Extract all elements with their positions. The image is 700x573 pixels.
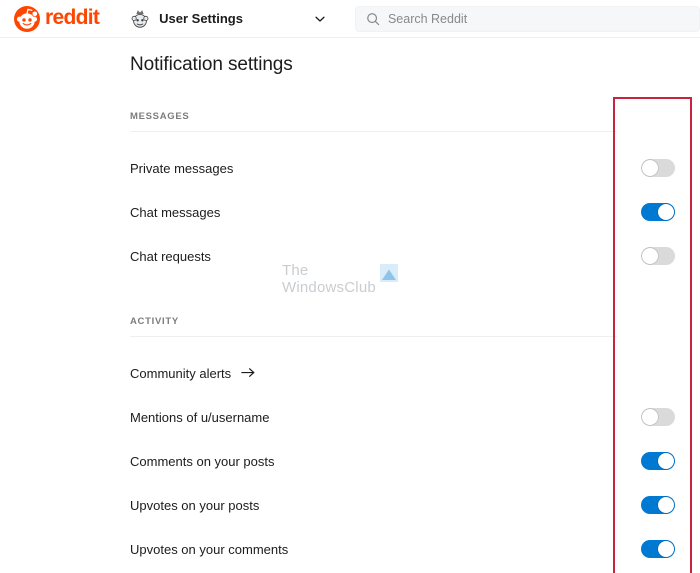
- search-bar[interactable]: [354, 5, 700, 32]
- reddit-logo[interactable]: reddit: [14, 5, 100, 32]
- setting-row-private-messages[interactable]: Private messages: [130, 146, 675, 190]
- toggle-knob: [642, 248, 658, 264]
- user-avatar-icon: [129, 8, 151, 30]
- toggle-chat-messages[interactable]: [641, 203, 675, 221]
- section-header-activity: ACTIVITY: [130, 316, 617, 337]
- no-control-spacer: [641, 364, 675, 382]
- setting-row-mentions[interactable]: Mentions of u/username: [130, 395, 675, 439]
- search-input[interactable]: [387, 11, 689, 26]
- toggle-knob: [658, 204, 674, 220]
- search-icon: [366, 12, 380, 26]
- setting-row-comments-on-posts[interactable]: Comments on your posts: [130, 439, 675, 483]
- setting-label: Community alerts: [130, 365, 232, 381]
- setting-label-wrapper: Community alerts: [130, 366, 256, 381]
- reddit-wordmark: reddit: [45, 6, 100, 29]
- setting-label: Comments on your posts: [130, 453, 275, 469]
- user-settings-label: User Settings: [159, 11, 243, 26]
- setting-row-upvotes-on-comments[interactable]: Upvotes on your comments: [130, 527, 675, 571]
- toggle-knob: [658, 497, 674, 513]
- toggle-chat-requests[interactable]: [641, 247, 675, 265]
- page-title: Notification settings: [130, 54, 293, 75]
- setting-label: Upvotes on your posts: [130, 497, 260, 513]
- setting-row-chat-requests[interactable]: Chat requests: [130, 234, 675, 278]
- setting-label: Upvotes on your comments: [130, 541, 289, 557]
- toggle-mentions[interactable]: [641, 408, 675, 426]
- toggle-comments-on-posts[interactable]: [641, 452, 675, 470]
- setting-label: Chat messages: [130, 204, 221, 220]
- toggle-knob: [642, 160, 658, 176]
- toggle-knob: [658, 541, 674, 557]
- setting-label: Chat requests: [130, 248, 211, 264]
- toggle-private-messages[interactable]: [641, 159, 675, 177]
- setting-row-upvotes-on-posts[interactable]: Upvotes on your posts: [130, 483, 675, 527]
- setting-label: Mentions of u/username: [130, 409, 270, 425]
- chevron-down-icon[interactable]: [313, 12, 327, 26]
- notification-settings-page: Notification settings MESSAGES Private m…: [0, 54, 700, 573]
- setting-row-chat-messages[interactable]: Chat messages: [130, 190, 675, 234]
- arrow-right-icon: [241, 366, 256, 380]
- reddit-snoo-icon: [14, 5, 40, 32]
- setting-row-community-alerts[interactable]: Community alerts: [130, 351, 675, 395]
- top-navigation-bar: reddit User Settings: [0, 0, 700, 38]
- setting-label: Private messages: [130, 160, 234, 176]
- toggle-upvotes-on-comments[interactable]: [641, 540, 675, 558]
- user-settings-menu[interactable]: User Settings: [123, 4, 249, 34]
- toggle-knob: [642, 409, 658, 425]
- toggle-knob: [658, 453, 674, 469]
- toggle-upvotes-on-posts[interactable]: [641, 496, 675, 514]
- section-header-messages: MESSAGES: [130, 111, 617, 132]
